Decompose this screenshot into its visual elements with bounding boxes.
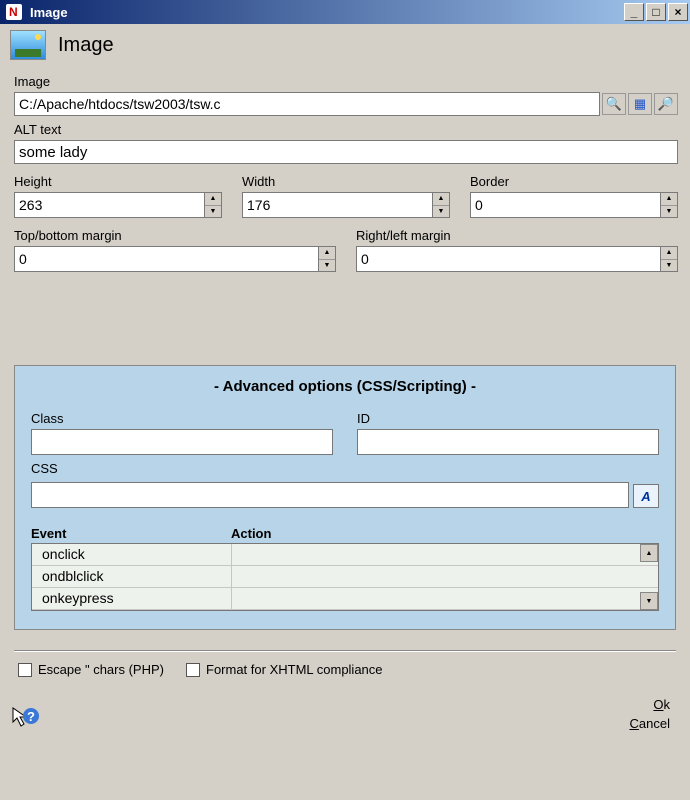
image-path-input[interactable] [14,92,600,116]
action-column-header: Action [231,526,659,541]
width-spin-down[interactable]: ▼ [433,206,449,218]
dialog-header: Image [0,24,690,68]
css-input[interactable] [31,482,629,508]
image-icon [10,30,46,60]
svg-text:?: ? [27,709,35,724]
event-name: ondblclick [32,566,232,587]
search-doc-icon: 🔎 [658,96,674,112]
alt-text-input[interactable] [14,140,678,164]
window-title: Image [30,5,624,20]
width-input[interactable] [242,192,432,218]
id-label: ID [357,411,659,426]
separator [14,650,676,652]
grid-icon: ▦ [634,96,646,112]
rl-margin-label: Right/left margin [356,228,678,243]
close-button[interactable]: × [668,3,688,21]
border-label: Border [470,174,678,189]
class-label: Class [31,411,333,426]
maximize-button[interactable]: □ [646,3,666,21]
border-input[interactable] [470,192,660,218]
help-cursor-icon: ? [11,706,39,730]
tb-margin-label: Top/bottom margin [14,228,336,243]
page-title: Image [58,34,114,57]
css-edit-button[interactable]: A [633,484,659,508]
height-label: Height [14,174,222,189]
refresh-button[interactable]: 🔎 [654,93,678,115]
event-column-header: Event [31,526,231,541]
table-row[interactable]: ondblclick [32,566,658,588]
css-label: CSS [31,461,659,476]
tb-margin-spin-up[interactable]: ▲ [319,247,335,260]
help-button[interactable]: ? [10,705,40,731]
scroll-down-button[interactable]: ▼ [640,592,658,610]
rl-margin-spin-up[interactable]: ▲ [661,247,677,260]
height-spin-down[interactable]: ▼ [205,206,221,218]
border-spin-down[interactable]: ▼ [661,206,677,218]
advanced-options-panel: - Advanced options (CSS/Scripting) - Cla… [14,365,676,630]
escape-chars-checkbox[interactable] [18,663,32,677]
event-action[interactable] [232,588,658,609]
class-input[interactable] [31,429,333,455]
cancel-label-tail: ancel [639,716,670,731]
event-name: onclick [32,544,232,565]
event-table: onclick ondblclick onkeypress ▲ ▼ [31,543,659,611]
ok-label-tail: k [664,697,671,712]
app-icon [6,4,22,20]
magnifier-icon: 🔍 [606,96,622,112]
event-action[interactable] [232,566,658,587]
tb-margin-spin-down[interactable]: ▼ [319,260,335,272]
width-spin-up[interactable]: ▲ [433,193,449,206]
height-input[interactable] [14,192,204,218]
tb-margin-input[interactable] [14,246,318,272]
xhtml-checkbox[interactable] [186,663,200,677]
scroll-up-button[interactable]: ▲ [640,544,658,562]
table-row[interactable]: onkeypress [32,588,658,610]
rl-margin-spin-down[interactable]: ▼ [661,260,677,272]
event-action[interactable] [232,544,658,565]
ok-button[interactable]: Ok [630,697,670,712]
minimize-button[interactable]: _ [624,3,644,21]
xhtml-label: Format for XHTML compliance [206,662,383,677]
border-spin-up[interactable]: ▲ [661,193,677,206]
font-style-icon: A [641,489,650,504]
escape-chars-label: Escape " chars (PHP) [38,662,164,677]
id-input[interactable] [357,429,659,455]
advanced-title: - Advanced options (CSS/Scripting) - [31,378,659,395]
library-button[interactable]: ▦ [628,93,652,115]
cancel-button[interactable]: Cancel [630,716,670,731]
browse-button[interactable]: 🔍 [602,93,626,115]
rl-margin-input[interactable] [356,246,660,272]
width-label: Width [242,174,450,189]
alt-text-label: ALT text [14,122,678,137]
table-row[interactable]: onclick [32,544,658,566]
image-path-label: Image [14,74,678,89]
window-titlebar: Image _ □ × [0,0,690,24]
event-name: onkeypress [32,588,232,609]
height-spin-up[interactable]: ▲ [205,193,221,206]
